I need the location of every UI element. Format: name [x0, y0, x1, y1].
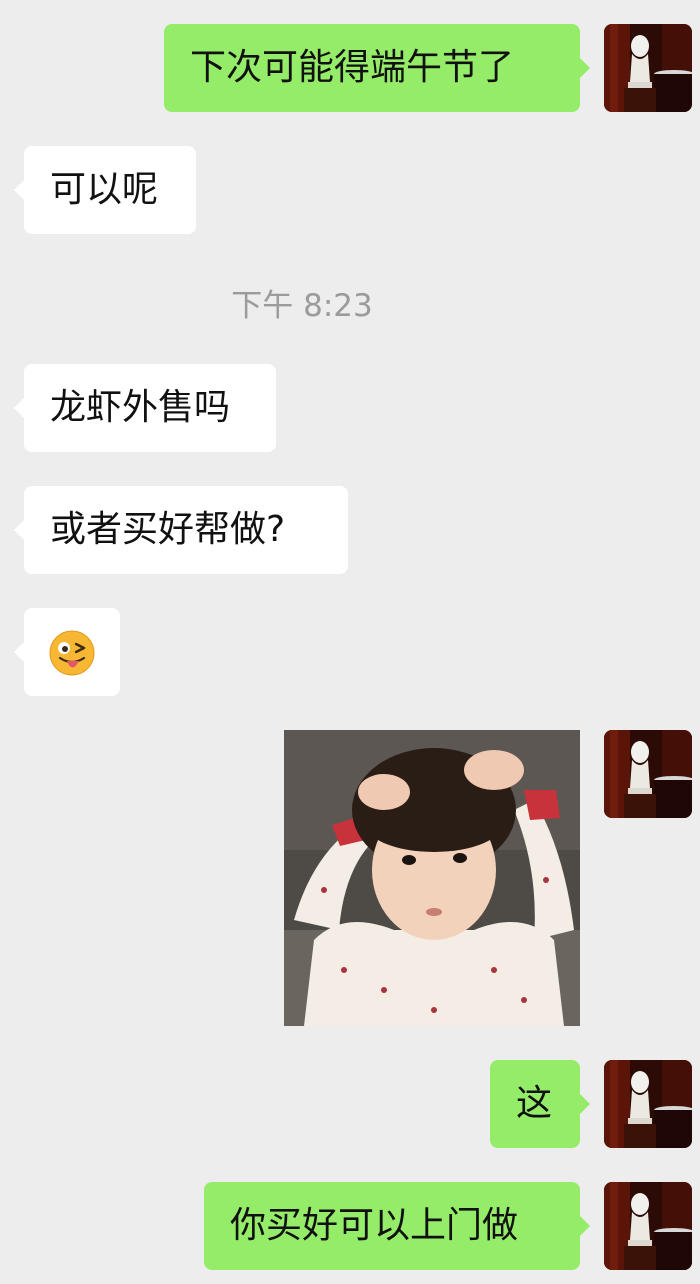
- user-avatar[interactable]: [604, 730, 692, 818]
- message-text: 或者买好帮做?: [50, 509, 286, 550]
- message-text: 这: [516, 1083, 553, 1124]
- message-bubble-incoming[interactable]: 可以呢: [14, 146, 196, 234]
- message-text: 龙虾外售吗: [50, 387, 231, 428]
- message-text: 下次可能得端午节了: [190, 47, 515, 88]
- sticker-image[interactable]: [284, 730, 580, 1026]
- user-avatar[interactable]: [604, 24, 692, 112]
- message-bubble-incoming[interactable]: 龙虾外售吗: [14, 364, 276, 452]
- user-avatar[interactable]: [604, 1182, 692, 1270]
- message-bubble-outgoing[interactable]: 你买好可以上门做: [204, 1182, 590, 1270]
- message-bubble-incoming[interactable]: 或者买好帮做?: [14, 486, 348, 574]
- winking-face-with-tongue-icon: [49, 630, 95, 676]
- user-avatar[interactable]: [604, 1060, 692, 1148]
- message-text: 可以呢: [50, 169, 159, 210]
- message-text: 你买好可以上门做: [230, 1205, 519, 1246]
- message-bubble-outgoing[interactable]: 下次可能得端午节了: [164, 24, 590, 112]
- timestamp: 下午 8:23: [231, 288, 373, 324]
- message-bubble-outgoing[interactable]: 这: [490, 1060, 590, 1148]
